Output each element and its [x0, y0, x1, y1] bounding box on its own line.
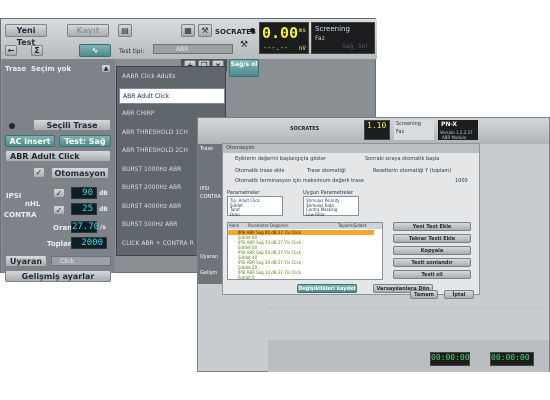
wrench-icon[interactable]: ⚒ [240, 40, 248, 50]
save-changes-button[interactable]: Değişiklikleri kaydet [297, 284, 357, 293]
latency-display: 0.00 ms ---.-- nV [259, 22, 309, 54]
ipsi-label: IPSI [6, 192, 22, 200]
option-next-sequence[interactable]: Sonraki sıraya otomatik başla [365, 156, 439, 162]
dialog-action-button[interactable]: Yeni Test Ekle [393, 222, 471, 231]
new-test-button[interactable]: Yeni Test [5, 24, 47, 47]
automation-button[interactable]: Otomasyon [51, 167, 109, 179]
front-side-label-3: Uyaran [200, 254, 218, 260]
timer-display-a: 00:00:00 [430, 352, 470, 366]
max-trace-value[interactable]: 1000 [455, 178, 468, 184]
dialog-action-button[interactable]: Tekrar Testi Ekle [393, 234, 471, 243]
tools-icon[interactable]: ⚒ [198, 24, 212, 37]
selected-dot [9, 123, 15, 129]
stimulus-select[interactable]: Click [51, 256, 111, 266]
nhl-label: nHL [25, 200, 41, 208]
cancel-button[interactable]: İptal [444, 290, 474, 299]
status-dot [250, 28, 255, 33]
dialog-title: Otomasyon [223, 144, 479, 153]
ms-unit: ms [298, 27, 306, 34]
option-thresholds[interactable]: Eşiklerin değerini başlangıçta göster [235, 156, 326, 162]
steps-table[interactable]: Adım Parametre Değerleri Toplam/Şiddet I… [227, 222, 383, 280]
option-trace-auto[interactable]: Trase otomatiği [307, 168, 346, 174]
front-latency-display: 1.10 [364, 120, 390, 140]
front-left-panel: Trase IPSI CONTRA Uyaran Gelişm [198, 144, 222, 284]
contra-label: CONTRA [4, 211, 37, 219]
front-screening-panel: Screening Faz [394, 120, 434, 140]
latency-value: 0.00 [262, 24, 299, 42]
automation-check-icon[interactable]: ✓ [33, 167, 45, 178]
amplitude-value: ---.-- [263, 44, 289, 52]
front-screening-phase: Faz [396, 129, 405, 135]
option-reset-auto[interactable]: Resetlerin otomatiği Y (toplam) [373, 168, 451, 174]
test-type-label: Test tipi: [119, 48, 145, 55]
selected-trace-button[interactable]: Seçili Trase [33, 119, 111, 131]
contra-level-field[interactable]: 25 [71, 203, 97, 215]
book-icon[interactable]: ▤ [118, 24, 132, 37]
dialog-action-button[interactable]: Testi sil [393, 270, 471, 279]
table-header-total: Toplam/Şiddet [338, 223, 367, 228]
contra-db-unit: dB [99, 206, 108, 213]
screening-title: Screening [315, 25, 350, 33]
screening-phase: Faz [315, 35, 325, 42]
total-field[interactable]: 2000 [71, 237, 107, 249]
table-header-step: Adım [229, 223, 240, 228]
test-side-button[interactable]: Test: Sağ [59, 135, 111, 147]
dialog-action-button[interactable]: Kopyala [393, 246, 471, 255]
trace-label: Trase [5, 65, 27, 73]
module-panel: PN-X Version 1.2.2.37 ABR Module [438, 120, 478, 140]
screening-panel: Screening Faz Sağ Sol [311, 22, 375, 54]
abr-adult-click-button[interactable]: ABR Adult Click [5, 150, 111, 162]
protocol-option[interactable]: ABR Adult Click [119, 87, 225, 104]
side-toggle-button[interactable]: Sağ/s ol [229, 59, 259, 77]
rate-field[interactable]: 27.70 [71, 221, 99, 233]
front-side-label-1: IPSI [200, 186, 210, 192]
advanced-settings-button[interactable]: Gelişmiş ayarlar [5, 270, 111, 282]
test-type-select[interactable]: ABR [153, 44, 233, 54]
available-params-list[interactable]: Stimulus Polarity Stimulus Rate Contra Mas… [303, 196, 359, 217]
rate-label: Oran [53, 224, 73, 232]
module-sub: ABR Module [442, 135, 467, 140]
ok-button[interactable]: Tamam [410, 290, 438, 299]
back-arrow-icon[interactable]: ← [5, 45, 17, 56]
collapse-icon[interactable]: ▲ [101, 64, 111, 73]
nv-unit: nV [298, 45, 306, 52]
available-param-item[interactable]: Low Filter [306, 212, 325, 217]
table-row[interactable]: Şiddet 0 [228, 275, 374, 279]
grid-icon[interactable]: ▦ [181, 24, 195, 37]
option-max-trace[interactable]: Otomatik terminasyon için maksimum değer… [235, 178, 364, 184]
front-screening-title: Screening [396, 121, 421, 127]
front-side-label-0: Trase [200, 146, 214, 152]
dialog-side-buttons: Yeni Test Ekle Tekrar Testi Ekle Kopyala Te… [393, 222, 473, 280]
screening-left: Sol [358, 43, 368, 50]
draw-icon[interactable]: ∿ [79, 44, 111, 57]
param-item[interactable]: Oran [230, 212, 240, 217]
option-auto-trace[interactable]: Otomatik trase ekle [235, 168, 285, 174]
timer-display-b: 00:00:00 [490, 352, 534, 366]
contra-check-icon[interactable]: ✓ [53, 205, 65, 215]
ipsi-db-unit: dB [99, 190, 108, 197]
front-side-label-4: Gelişm [200, 270, 218, 276]
params-list[interactable]: Tip: Adult Click Şiddet Taraf Oran [227, 196, 283, 217]
sigma-icon[interactable]: Σ [31, 45, 43, 56]
save-button[interactable]: Kayıt [67, 24, 109, 37]
ipsi-level-field[interactable]: 90 [71, 187, 97, 199]
automation-dialog: Otomasyon Eşiklerin değerini başlangıçta… [222, 143, 480, 295]
dialog-action-button[interactable]: Testi sonlandır [393, 258, 471, 267]
waveform-area[interactable] [268, 308, 548, 333]
rate-unit: /s [100, 224, 106, 231]
front-brand-label: SOCRATES [290, 126, 320, 132]
protocol-option[interactable]: AABR Click Adults [119, 69, 225, 85]
ac-insert-button[interactable]: AC insert [5, 135, 55, 147]
screening-right: Sağ [342, 43, 354, 50]
ipsi-check-icon[interactable]: ✓ [53, 188, 65, 198]
table-header-params: Parametre Değerleri [248, 223, 289, 228]
trace-value: Seçim yok [31, 65, 72, 73]
module-name: PN-X [441, 121, 458, 128]
front-side-label-2: CONTRA [200, 194, 221, 200]
stimulus-button[interactable]: Uyaran [5, 255, 47, 267]
